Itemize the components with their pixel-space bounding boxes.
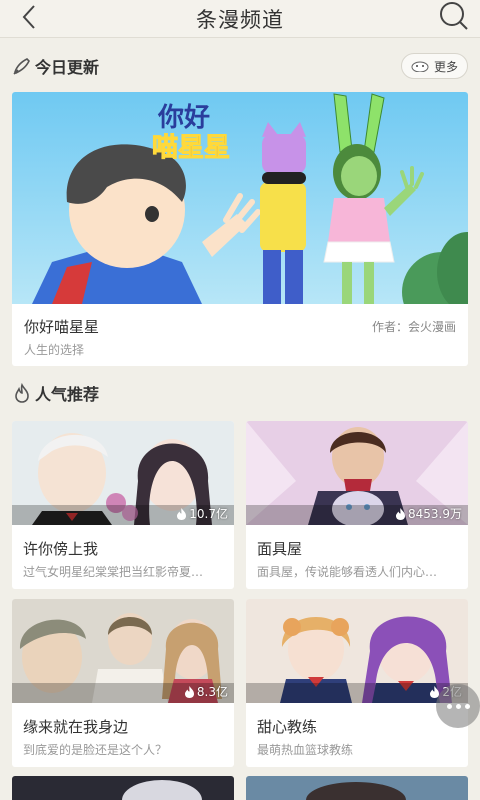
featured-description: 人生的选择 xyxy=(24,343,85,357)
floating-menu-button[interactable] xyxy=(436,684,480,728)
more-label: 更多 xyxy=(433,59,458,74)
flame-icon xyxy=(12,383,32,403)
comic-cover-image xyxy=(12,776,234,800)
dot-icon xyxy=(464,703,470,709)
top-bar: 条漫频道 xyxy=(0,0,480,38)
comic-card[interactable]: 8453.9万 面具屋 面具屋，传说能够看透人们内心… xyxy=(246,421,468,589)
heat-value: 8453.9万 xyxy=(408,507,462,521)
comic-title: 许你傍上我 xyxy=(23,540,99,558)
page-title: 条漫频道 xyxy=(196,7,284,32)
featured-author: 作者：会火漫画 xyxy=(371,320,456,334)
popular-header: 人气推荐 xyxy=(12,378,468,408)
chevron-left-icon xyxy=(22,5,35,29)
heat-value: 10.7亿 xyxy=(189,507,228,521)
back-button[interactable] xyxy=(14,2,44,32)
heat-value: 8.3亿 xyxy=(196,685,228,699)
featured-comic-card[interactable]: 你好 喵星星 你好喵星星 人生的选择 作者：会火漫画 xyxy=(12,92,468,366)
featured-title: 你好喵星星 xyxy=(24,318,100,336)
comic-card[interactable]: 10.7亿 许你傍上我 过气女明星纪棠棠把当红影帝夏… xyxy=(12,421,234,589)
comic-description: 到底爱的是脸还是这个人？ xyxy=(23,743,168,757)
logo-line-2: 喵星星 xyxy=(152,133,230,163)
comic-card[interactable]: 8.3亿 缘来就在我身边 到底爱的是脸还是这个人？ xyxy=(12,599,234,767)
today-update-header: 今日更新 更多 xyxy=(12,51,468,81)
more-button[interactable]: 更多 xyxy=(401,53,468,79)
dot-icon xyxy=(446,703,452,709)
featured-cover-image: 你好 喵星星 xyxy=(12,92,468,332)
today-update-title: 今日更新 xyxy=(35,58,100,77)
heat-badge: 8.3亿 xyxy=(184,683,228,700)
cat-face-icon xyxy=(411,60,429,72)
comic-title: 面具屋 xyxy=(257,540,303,558)
flame-icon xyxy=(395,507,406,520)
featured-info: 你好喵星星 人生的选择 作者：会火漫画 xyxy=(12,304,468,366)
comic-description: 面具屋，传说能够看透人们内心… xyxy=(257,565,438,579)
comic-card-partial[interactable] xyxy=(246,776,468,800)
logo-line-1: 你好 xyxy=(157,103,210,133)
heat-badge: 10.7亿 xyxy=(176,505,228,522)
flame-icon xyxy=(176,507,187,520)
comic-description: 最萌热血篮球教练 xyxy=(257,743,354,757)
search-icon xyxy=(440,2,468,30)
comic-title: 甜心教练 xyxy=(257,718,318,736)
comic-card[interactable]: 2亿 甜心教练 最萌热血篮球教练 xyxy=(246,599,468,767)
comic-description: 过气女明星纪棠棠把当红影帝夏… xyxy=(23,565,204,579)
dot-icon xyxy=(455,703,461,709)
brush-icon xyxy=(12,56,32,76)
search-button[interactable] xyxy=(438,0,470,32)
heat-badge: 8453.9万 xyxy=(395,505,462,522)
popular-title: 人气推荐 xyxy=(35,385,100,404)
comic-title: 缘来就在我身边 xyxy=(23,718,129,736)
comic-card-partial[interactable] xyxy=(12,776,234,800)
comic-cover-image xyxy=(246,776,468,800)
flame-icon xyxy=(184,685,195,698)
